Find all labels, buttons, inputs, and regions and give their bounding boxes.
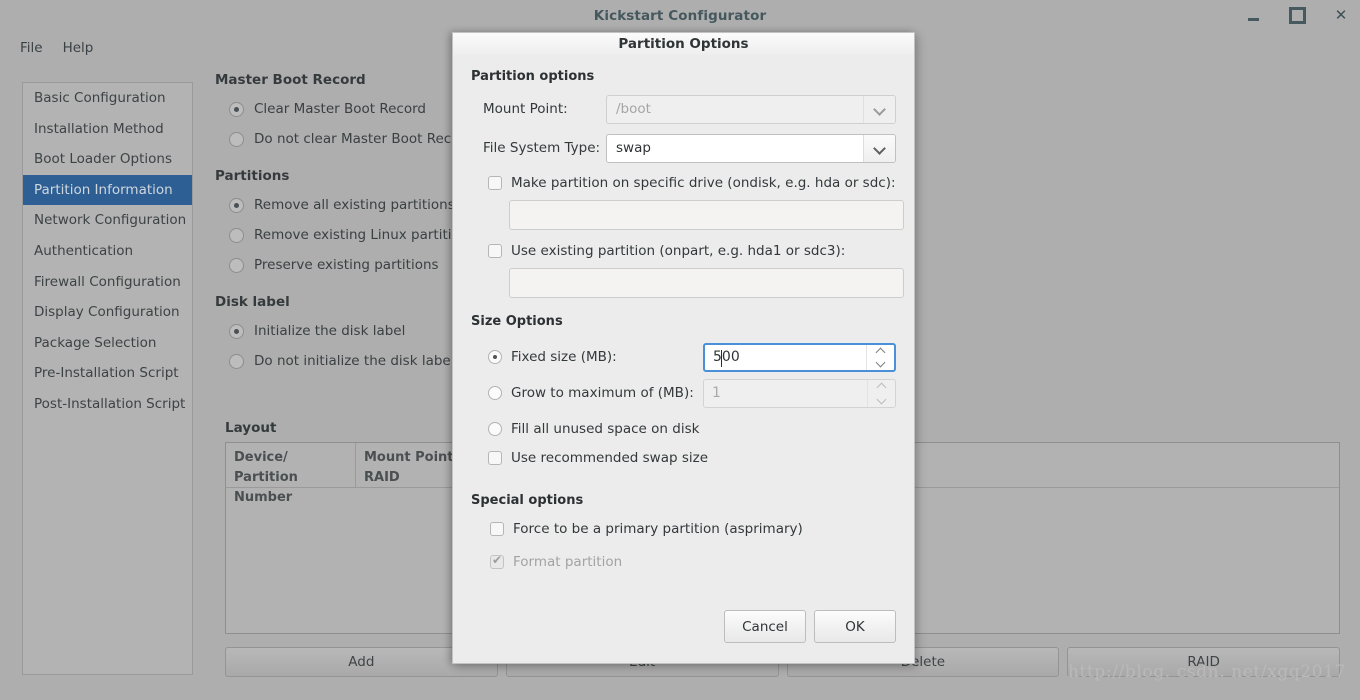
sidebar-item-authentication[interactable]: Authentication: [23, 236, 192, 267]
sidebar-item-installation-method[interactable]: Installation Method: [23, 114, 192, 145]
close-icon[interactable]: ✕: [1328, 3, 1354, 29]
column-header-device-line1: Device/: [234, 450, 288, 465]
radio-icon: [229, 227, 244, 243]
grow-to-maximum-spinner[interactable]: 1: [703, 378, 896, 408]
radio-label: Clear Master Boot Record: [254, 101, 426, 117]
grow-to-maximum-label: Grow to maximum of (MB):: [511, 385, 694, 401]
fill-all-unused-space-label: Fill all unused space on disk: [511, 421, 700, 437]
file-system-type-label: File System Type:: [483, 140, 601, 156]
menu-item-help[interactable]: Help: [53, 37, 104, 59]
grow-to-maximum-stepper[interactable]: [867, 379, 895, 407]
sidebar-item-boot-loader-options[interactable]: Boot Loader Options: [23, 144, 192, 175]
onpart-checkbox-row[interactable]: Use existing partition (onpart, e.g. hda…: [488, 240, 896, 262]
maximize-icon[interactable]: [1284, 3, 1310, 29]
mount-point-combo[interactable]: /boot: [606, 94, 896, 124]
fixed-size-value: 500: [713, 349, 740, 365]
menu-item-file[interactable]: File: [10, 37, 53, 59]
radio-label: Initialize the disk label: [254, 323, 406, 339]
cancel-button[interactable]: Cancel: [724, 610, 806, 643]
ok-button[interactable]: OK: [814, 610, 896, 643]
radio-label: Remove all existing partitions: [254, 197, 455, 213]
radio-icon: [229, 197, 244, 213]
sidebar-item-pre-installation-script[interactable]: Pre-Installation Script: [23, 358, 192, 389]
partition-options-section-title: Partition options: [471, 69, 595, 84]
onpart-input[interactable]: [509, 268, 904, 298]
watermark-text: http://blog. csdn. net/xgq2017: [1068, 662, 1346, 682]
stepper-up-icon[interactable]: [867, 345, 894, 358]
radio-icon: [229, 131, 244, 147]
file-system-type-value: swap: [616, 140, 651, 156]
fixed-size-row[interactable]: Fixed size (MB): 500: [488, 339, 896, 375]
chevron-down-icon[interactable]: [863, 134, 895, 162]
asprimary-label: Force to be a primary partition (asprima…: [513, 521, 803, 537]
checkbox-icon[interactable]: [488, 244, 502, 258]
file-system-type-combo[interactable]: swap: [606, 133, 896, 163]
fill-all-unused-space-row[interactable]: Fill all unused space on disk: [488, 411, 896, 447]
radio-icon: [229, 101, 244, 117]
dialog-body: Partition options Mount Point: /boot Fil…: [453, 55, 914, 663]
application-window: Kickstart Configurator ✕ File Help Basic…: [0, 0, 1360, 700]
dialog-title-bar: Partition Options: [453, 33, 914, 55]
stepper-down-icon[interactable]: [867, 357, 894, 370]
special-options-section-title: Special options: [471, 493, 584, 508]
column-header-device-line2: Partition Number: [234, 470, 298, 506]
partition-options-dialog: Partition Options Partition options Moun…: [452, 32, 915, 664]
radio-label: Remove existing Linux partitions: [254, 227, 476, 243]
format-partition-row: Format partition: [490, 551, 896, 573]
radio-icon[interactable]: [488, 422, 502, 436]
radio-icon[interactable]: [488, 386, 502, 400]
dialog-title: Partition Options: [618, 36, 749, 52]
layout-title: Layout: [225, 420, 277, 436]
sidebar-item-firewall-configuration[interactable]: Firewall Configuration: [23, 267, 192, 298]
asprimary-row[interactable]: Force to be a primary partition (asprima…: [490, 518, 896, 540]
radio-icon: [229, 257, 244, 273]
sidebar-item-package-selection[interactable]: Package Selection: [23, 328, 192, 359]
window-title: Kickstart Configurator: [593, 7, 767, 24]
checkbox-icon: [490, 553, 504, 569]
sidebar-item-network-configuration[interactable]: Network Configuration: [23, 205, 192, 236]
stepper-up-icon[interactable]: [868, 380, 895, 394]
ondisk-input[interactable]: [509, 200, 904, 230]
file-system-type-row: File System Type: swap: [471, 133, 896, 163]
format-partition-label: Format partition: [513, 554, 623, 570]
radio-icon[interactable]: [488, 350, 502, 364]
sidebar-item-basic-configuration[interactable]: Basic Configuration: [23, 83, 192, 114]
radio-icon: [229, 323, 244, 339]
fixed-size-label: Fixed size (MB):: [511, 349, 617, 365]
ondisk-checkbox-row[interactable]: Make partition on specific drive (ondisk…: [488, 172, 896, 194]
sidebar-item-post-installation-script[interactable]: Post-Installation Script: [23, 389, 192, 420]
minimize-icon[interactable]: [1240, 3, 1266, 29]
grow-to-maximum-value: 1: [712, 385, 721, 401]
grow-to-maximum-row[interactable]: Grow to maximum of (MB): 1: [488, 375, 896, 411]
dialog-footer: Cancel OK: [724, 610, 896, 643]
window-controls: ✕: [1240, 0, 1354, 31]
title-bar: Kickstart Configurator ✕: [0, 0, 1360, 31]
chevron-down-icon[interactable]: [863, 95, 895, 123]
checkbox-icon[interactable]: [488, 451, 502, 465]
recommended-swap-label: Use recommended swap size: [511, 450, 709, 466]
recommended-swap-row[interactable]: Use recommended swap size: [488, 447, 896, 469]
checkbox-icon[interactable]: [490, 522, 504, 536]
fixed-size-spinner[interactable]: 500: [703, 342, 896, 372]
ondisk-label: Make partition on specific drive (ondisk…: [511, 175, 896, 191]
mount-point-label: Mount Point:: [483, 101, 568, 117]
column-header-extra-2[interactable]: [909, 443, 1339, 487]
sidebar-item-display-configuration[interactable]: Display Configuration: [23, 297, 192, 328]
onpart-label: Use existing partition (onpart, e.g. hda…: [511, 243, 846, 259]
fixed-size-stepper[interactable]: [866, 344, 894, 370]
mount-point-row: Mount Point: /boot: [471, 94, 896, 124]
radio-icon: [229, 353, 244, 369]
checkbox-icon[interactable]: [488, 176, 502, 190]
size-options-section-title: Size Options: [471, 314, 563, 329]
mount-point-value: /boot: [616, 101, 651, 117]
column-header-device[interactable]: Device/ Partition Number: [226, 443, 356, 505]
radio-label: Preserve existing partitions: [254, 257, 439, 273]
radio-label: Do not initialize the disk label: [254, 353, 455, 369]
text-caret: [721, 349, 722, 367]
sidebar-item-partition-information[interactable]: Partition Information: [23, 174, 192, 206]
radio-label: Do not clear Master Boot Record: [254, 131, 474, 147]
stepper-down-icon[interactable]: [868, 393, 895, 407]
sidebar-list[interactable]: Basic Configuration Installation Method …: [22, 82, 193, 675]
